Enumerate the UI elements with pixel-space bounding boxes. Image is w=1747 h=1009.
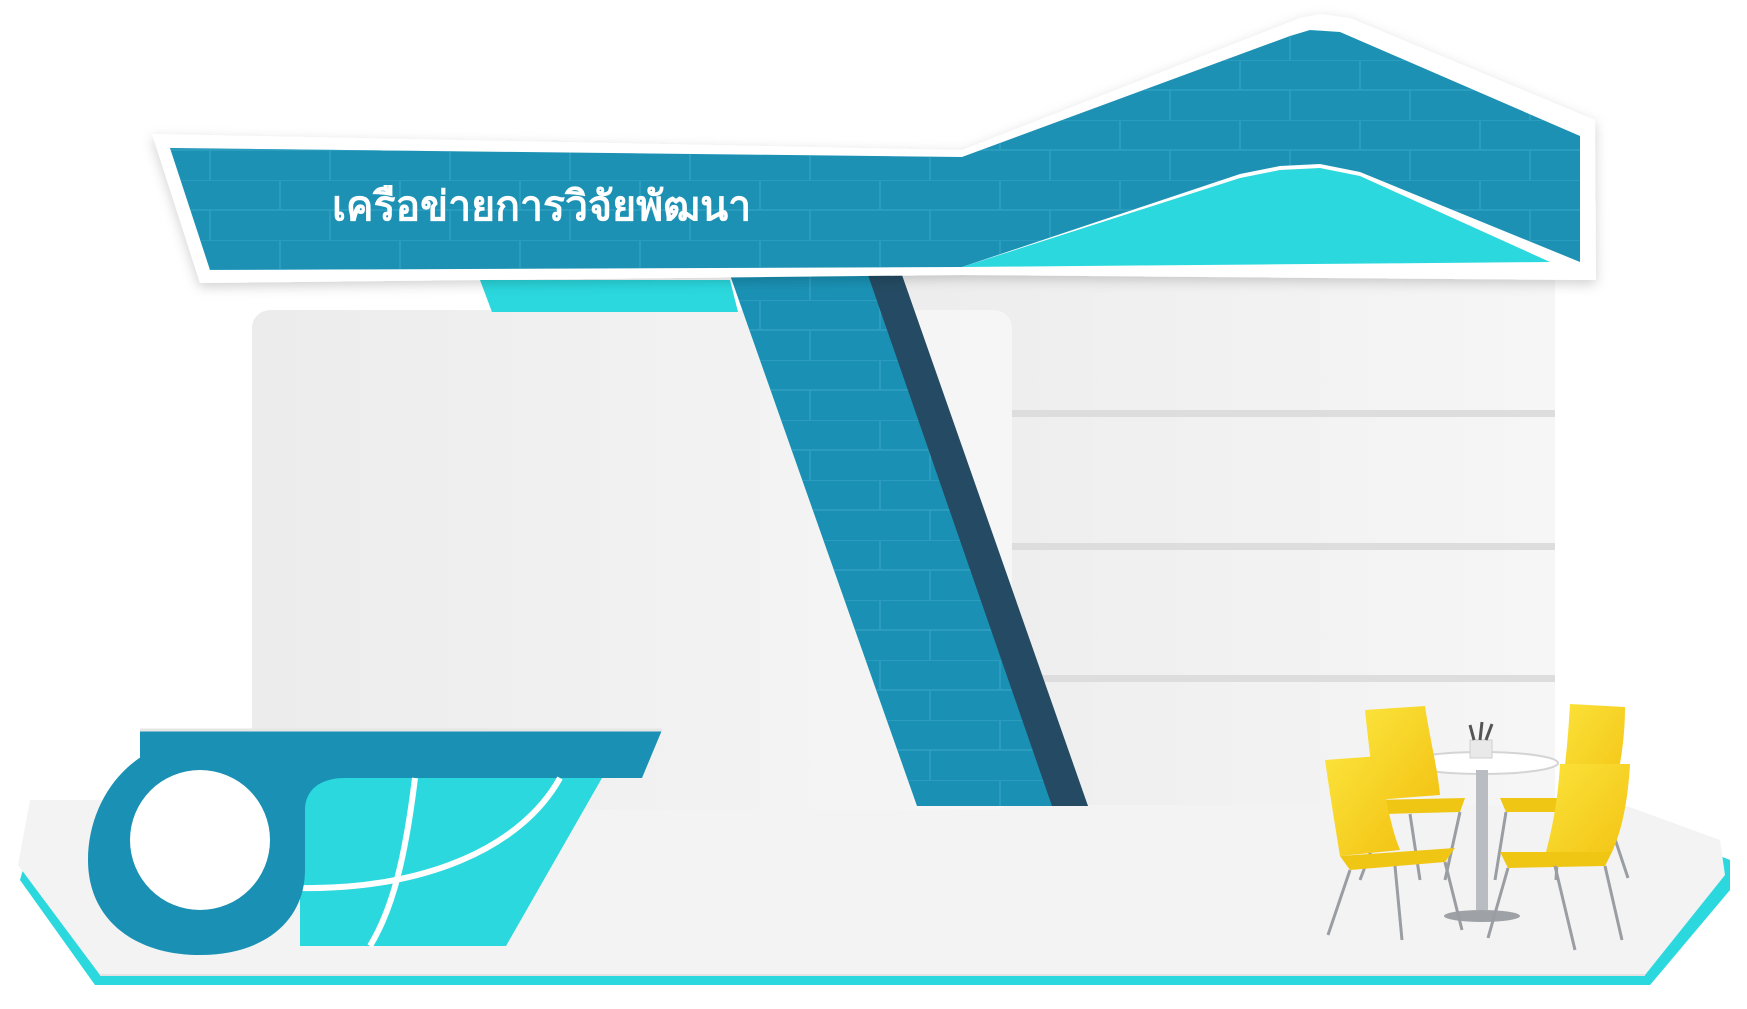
booth-header <box>152 14 1596 283</box>
booth-title: เครือข่ายการวิจัยพัฒนา <box>332 182 752 230</box>
booth-illustration <box>18 14 1730 985</box>
exhibition-booth-scene: เครือข่ายการวิจัยพัฒนา <box>0 0 1747 1009</box>
